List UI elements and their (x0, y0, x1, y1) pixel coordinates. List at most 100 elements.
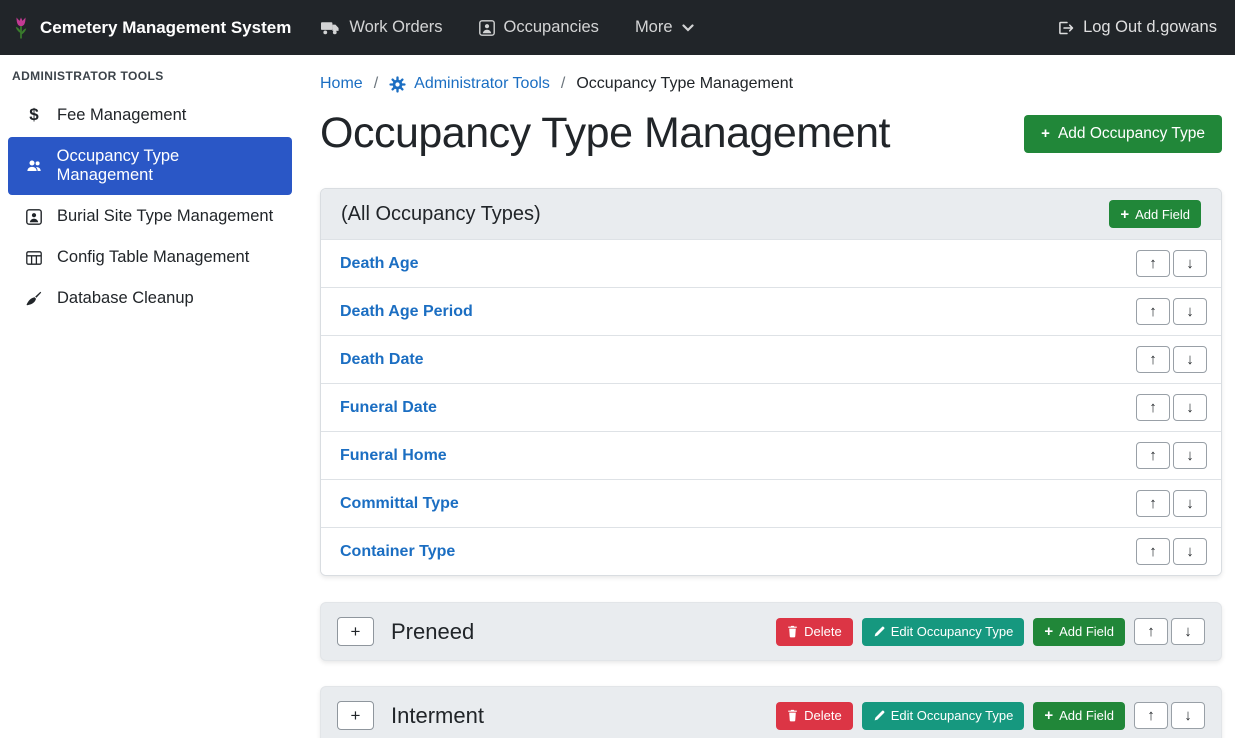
occupancy-type-section-preneed: + Preneed Delete (320, 602, 1222, 661)
move-up-button[interactable]: ↑ (1136, 298, 1170, 325)
breadcrumb: Home / Administrator Tool (320, 75, 1222, 93)
sidebar-item-occupancy-type-management[interactable]: Occupancy Type Management (8, 137, 292, 195)
arrow-up-icon: ↑ (1149, 399, 1157, 416)
reorder-controls: ↑ ↓ (1136, 298, 1207, 325)
move-up-button[interactable]: ↑ (1134, 618, 1168, 645)
breadcrumb-admin-tools-link[interactable]: Administrator Tools (389, 75, 550, 93)
field-row: Death Age Period ↑ ↓ (321, 288, 1221, 336)
section-title: Interment (391, 703, 776, 729)
card-title: (All Occupancy Types) (341, 203, 541, 226)
section-actions: Delete Edit Occupancy Type + Add Field ↑ (776, 618, 1205, 646)
button-label: Edit Occupancy Type (891, 624, 1014, 639)
person-bounding-box-icon (24, 209, 44, 225)
breadcrumb-home-link[interactable]: Home (320, 75, 363, 93)
delete-button[interactable]: Delete (776, 618, 853, 646)
dollar-icon: $ (24, 105, 44, 125)
section-actions: Delete Edit Occupancy Type + Add Field ↑ (776, 702, 1205, 730)
person-bounding-box-icon (479, 20, 495, 36)
move-up-button[interactable]: ↑ (1134, 702, 1168, 729)
field-link[interactable]: Committal Type (335, 495, 459, 513)
sidebar-item-fee-management[interactable]: $ Fee Management (8, 95, 292, 135)
edit-occupancy-type-button[interactable]: Edit Occupancy Type (862, 618, 1025, 646)
gear-icon (389, 76, 406, 93)
button-label: Add Field (1059, 708, 1114, 723)
add-field-button[interactable]: + Add Field (1109, 200, 1201, 228)
trash-icon (787, 709, 798, 722)
move-down-button[interactable]: ↓ (1171, 702, 1205, 729)
sidebar-item-label: Database Cleanup (57, 289, 194, 308)
move-down-button[interactable]: ↓ (1173, 538, 1207, 565)
arrow-down-icon: ↓ (1186, 255, 1194, 272)
arrow-down-icon: ↓ (1186, 399, 1194, 416)
field-row: Death Age ↑ ↓ (321, 240, 1221, 288)
plus-icon: + (1044, 708, 1053, 723)
move-down-button[interactable]: ↓ (1173, 298, 1207, 325)
arrow-up-icon: ↑ (1149, 543, 1157, 560)
sidebar-item-config-table-management[interactable]: Config Table Management (8, 238, 292, 277)
sidebar-item-label: Config Table Management (57, 248, 249, 267)
field-row: Funeral Date ↑ ↓ (321, 384, 1221, 432)
field-row: Container Type ↑ ↓ (321, 528, 1221, 575)
sidebar-item-label: Burial Site Type Management (57, 207, 273, 226)
arrow-down-icon: ↓ (1184, 623, 1192, 640)
move-down-button[interactable]: ↓ (1173, 394, 1207, 421)
nav-more[interactable]: More (635, 18, 694, 37)
sidebar-item-label: Occupancy Type Management (57, 147, 276, 185)
app-brand-link[interactable]: Cemetery Management System (12, 15, 291, 41)
nav-work-orders[interactable]: Work Orders (321, 18, 442, 37)
reorder-controls: ↑ ↓ (1136, 394, 1207, 421)
field-link[interactable]: Death Age Period (335, 303, 473, 321)
nav-occupancies[interactable]: Occupancies (479, 18, 599, 37)
arrow-up-icon: ↑ (1147, 707, 1155, 724)
add-field-button[interactable]: + Add Field (1033, 702, 1125, 730)
button-label: Edit Occupancy Type (891, 708, 1014, 723)
page-title: Occupancy Type Management (320, 109, 890, 158)
field-link[interactable]: Funeral Date (335, 399, 437, 417)
expand-button[interactable]: + (337, 617, 374, 646)
move-down-button[interactable]: ↓ (1173, 442, 1207, 469)
pencil-icon (873, 626, 885, 638)
expand-button[interactable]: + (337, 701, 374, 730)
arrow-up-icon: ↑ (1149, 255, 1157, 272)
move-down-button[interactable]: ↓ (1173, 490, 1207, 517)
chevron-down-icon (682, 24, 694, 32)
move-up-button[interactable]: ↑ (1136, 346, 1170, 373)
page-header: Occupancy Type Management + Add Occupanc… (320, 109, 1222, 158)
arrow-up-icon: ↑ (1149, 495, 1157, 512)
card-header: (All Occupancy Types) + Add Field (321, 189, 1221, 240)
add-field-button[interactable]: + Add Field (1033, 618, 1125, 646)
button-label: Add Occupancy Type (1058, 125, 1205, 143)
plus-icon: + (351, 706, 361, 726)
field-link[interactable]: Death Age (335, 255, 419, 273)
reorder-controls: ↑ ↓ (1136, 250, 1207, 277)
plus-icon: + (351, 622, 361, 642)
move-down-button[interactable]: ↓ (1173, 250, 1207, 277)
reorder-controls: ↑ ↓ (1136, 346, 1207, 373)
button-label: Add Field (1135, 207, 1190, 222)
field-row: Death Date ↑ ↓ (321, 336, 1221, 384)
field-link[interactable]: Container Type (335, 543, 455, 561)
edit-occupancy-type-button[interactable]: Edit Occupancy Type (862, 702, 1025, 730)
sidebar-item-database-cleanup[interactable]: Database Cleanup (8, 279, 292, 318)
move-up-button[interactable]: ↑ (1136, 394, 1170, 421)
sidebar-item-burial-site-type-management[interactable]: Burial Site Type Management (8, 197, 292, 236)
reorder-controls: ↑ ↓ (1136, 490, 1207, 517)
arrow-down-icon: ↓ (1186, 543, 1194, 560)
move-down-button[interactable]: ↓ (1173, 346, 1207, 373)
logout-link[interactable]: Log Out d.gowans (1057, 18, 1217, 37)
move-up-button[interactable]: ↑ (1136, 442, 1170, 469)
top-navbar: Cemetery Management System Work Orders (0, 0, 1235, 55)
delete-button[interactable]: Delete (776, 702, 853, 730)
move-up-button[interactable]: ↑ (1136, 490, 1170, 517)
field-link[interactable]: Funeral Home (335, 447, 447, 465)
nav-label: Occupancies (504, 18, 599, 37)
move-up-button[interactable]: ↑ (1136, 538, 1170, 565)
move-up-button[interactable]: ↑ (1136, 250, 1170, 277)
breadcrumb-separator: / (561, 75, 565, 93)
add-occupancy-type-button[interactable]: + Add Occupancy Type (1024, 115, 1222, 153)
arrow-down-icon: ↓ (1186, 447, 1194, 464)
field-link[interactable]: Death Date (335, 351, 424, 369)
breadcrumb-separator: / (374, 75, 378, 93)
logout-icon (1057, 20, 1074, 36)
move-down-button[interactable]: ↓ (1171, 618, 1205, 645)
